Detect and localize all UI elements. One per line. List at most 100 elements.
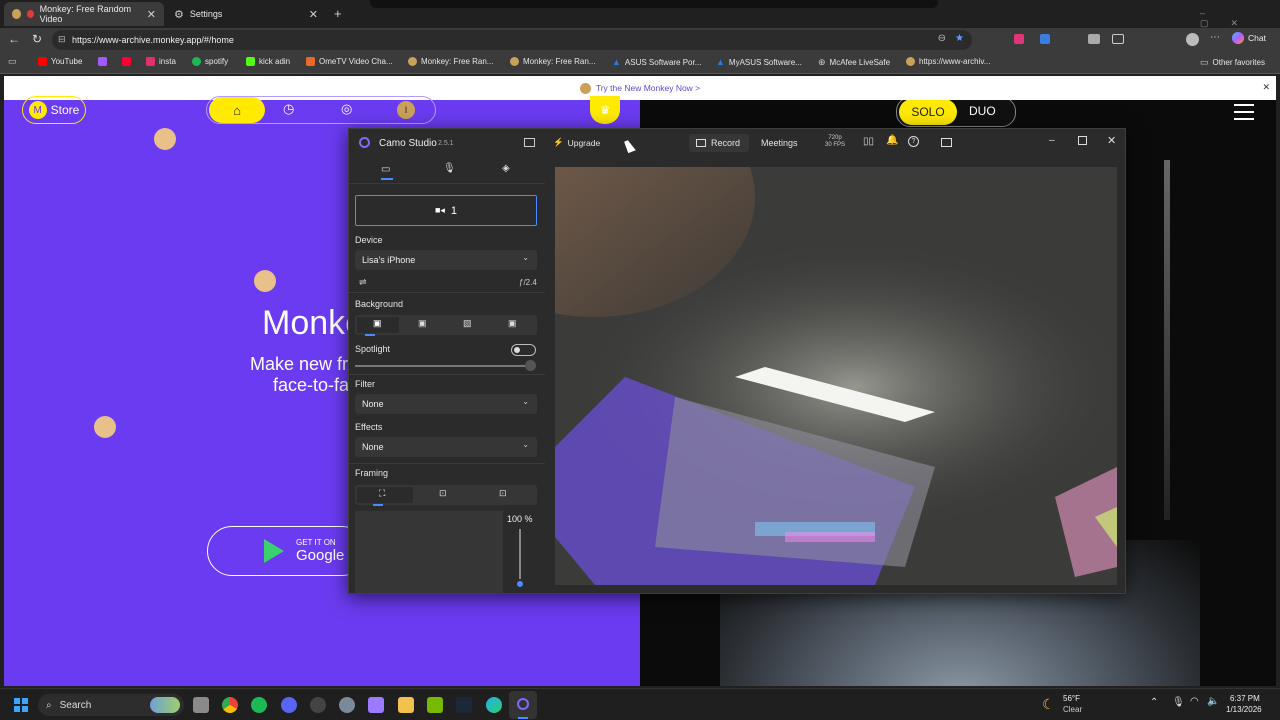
reading-list-icon[interactable]: ▭ bbox=[8, 56, 17, 67]
camera-slot-button[interactable]: ■◂ 1 bbox=[355, 195, 537, 226]
close-icon[interactable]: ✕ bbox=[1107, 134, 1116, 147]
close-tab-icon[interactable]: ✕ bbox=[309, 8, 318, 21]
notification-bell-icon[interactable]: 🔔 bbox=[886, 135, 898, 146]
remove-background-icon[interactable]: ▧ bbox=[463, 318, 472, 329]
bookmark-monkey-archive[interactable]: https://www-archiv... bbox=[906, 57, 990, 66]
tab-settings[interactable]: ⚙ Settings ✕ bbox=[166, 2, 326, 26]
copilot-chat-button[interactable]: Chat bbox=[1232, 32, 1266, 44]
close-infobar-icon[interactable]: ✕ bbox=[1262, 82, 1270, 93]
bookmark-twitch[interactable] bbox=[98, 57, 107, 66]
person-icon[interactable]: ▣ bbox=[373, 318, 382, 329]
bookmark-mcafee[interactable]: ⊕ McAfee LiveSafe bbox=[818, 57, 890, 68]
promo-infobar[interactable]: Try the New Monkey Now > ✕ bbox=[4, 76, 1276, 100]
help-icon[interactable]: ? bbox=[908, 136, 919, 147]
game-controller-icon[interactable] bbox=[368, 697, 384, 713]
effects-select[interactable]: None ⌄ bbox=[355, 437, 537, 457]
zoom-slider-handle[interactable] bbox=[515, 579, 525, 589]
chevron-up-icon[interactable]: ⌃ bbox=[1150, 697, 1158, 708]
store-button[interactable]: M Store bbox=[22, 96, 86, 124]
bookmark-spotify[interactable]: spotify bbox=[192, 57, 228, 66]
back-arrow-icon[interactable]: ← bbox=[8, 32, 20, 46]
blur-icon[interactable]: ▣ bbox=[418, 318, 427, 329]
auto-framing-icon[interactable]: ⊡ bbox=[439, 488, 447, 499]
manual-framing-icon[interactable]: ⛶ bbox=[379, 488, 385, 499]
camo-taskbar-active[interactable] bbox=[509, 691, 537, 719]
address-bar[interactable]: ⊟ https://www-archive.monkey.app/#/home … bbox=[52, 30, 972, 50]
google-play-button[interactable]: GET IT ON Google bbox=[207, 526, 367, 576]
video-tab-icon[interactable]: ▭ bbox=[381, 164, 390, 175]
window-controls[interactable]: –▢✕ bbox=[1200, 8, 1280, 29]
bookmark-ometv[interactable]: OmeTV Video Cha... bbox=[306, 57, 393, 66]
minimize-icon[interactable]: – bbox=[1049, 135, 1055, 146]
layers-tab-icon[interactable]: ◈ bbox=[502, 163, 510, 174]
bookmark-myasus[interactable]: ▲ MyASUS Software... bbox=[716, 57, 802, 67]
promo-text[interactable]: Try the New Monkey Now > bbox=[596, 83, 700, 93]
more-menu-icon[interactable]: ⋯ bbox=[1210, 32, 1220, 43]
steam-icon[interactable] bbox=[456, 697, 472, 713]
spotlight-toggle[interactable] bbox=[511, 344, 536, 356]
framing-preview-pad[interactable] bbox=[355, 511, 503, 593]
bookmark-youtube-2[interactable] bbox=[122, 57, 131, 66]
obs-icon[interactable] bbox=[310, 697, 326, 713]
resolution-badge[interactable]: 720p 30 FPS bbox=[825, 135, 845, 149]
close-tab-icon[interactable]: ✕ bbox=[147, 8, 156, 21]
profile-avatar[interactable] bbox=[1186, 33, 1199, 46]
hamburger-menu-icon[interactable] bbox=[1234, 104, 1254, 120]
upgrade-button[interactable]: ⚡ Upgrade bbox=[553, 137, 600, 148]
site-info-icon[interactable]: ⊟ bbox=[58, 34, 66, 45]
weather-temperature[interactable]: 56°F bbox=[1063, 694, 1080, 703]
bookmark-asus-software[interactable]: ▲ ASUS Software Por... bbox=[612, 57, 701, 67]
home-icon[interactable]: ⌂ bbox=[209, 97, 265, 123]
zoom-icon[interactable]: ⊖ bbox=[938, 33, 946, 44]
favorite-star-icon[interactable]: ★ bbox=[955, 33, 964, 44]
meetings-button[interactable]: Meetings bbox=[761, 138, 798, 148]
task-view-icon[interactable] bbox=[193, 697, 209, 713]
crown-icon[interactable]: ♛ bbox=[590, 96, 620, 124]
windows-start-icon[interactable] bbox=[14, 698, 28, 712]
weather-description[interactable]: Clear bbox=[1063, 705, 1082, 714]
taskbar-search-box[interactable]: ⌕ Search bbox=[38, 694, 184, 716]
spotlight-slider-handle[interactable] bbox=[525, 360, 536, 371]
settings-gear-icon[interactable] bbox=[339, 697, 355, 713]
other-favorites[interactable]: ▭ Other favorites bbox=[1200, 57, 1265, 68]
extension-icon[interactable] bbox=[1040, 34, 1050, 44]
discord-icon[interactable] bbox=[281, 697, 297, 713]
extension-icon[interactable] bbox=[1088, 34, 1100, 44]
history-clock-icon[interactable]: ◷ bbox=[283, 101, 294, 117]
clock-time[interactable]: 6:37 PM bbox=[1230, 694, 1260, 703]
user-avatar[interactable]: I bbox=[397, 101, 415, 119]
wifi-icon[interactable]: ◠ bbox=[1190, 696, 1199, 707]
microphone-icon[interactable]: 🎙 bbox=[1172, 697, 1185, 708]
volume-icon[interactable]: 🔈 bbox=[1207, 696, 1219, 707]
sidebar-toggle-icon[interactable] bbox=[524, 138, 535, 147]
solo-button[interactable]: SOLO bbox=[899, 100, 957, 125]
edge-icon[interactable] bbox=[486, 697, 502, 713]
new-tab-button[interactable]: + bbox=[334, 6, 342, 21]
spotify-icon[interactable] bbox=[251, 697, 267, 713]
chrome-icon[interactable] bbox=[222, 697, 238, 713]
zoom-slider[interactable] bbox=[519, 529, 521, 585]
bookmark-insta[interactable]: insta bbox=[146, 57, 176, 66]
chat-bubble-icon[interactable]: ◎ bbox=[341, 101, 352, 117]
duo-button[interactable]: DUO bbox=[969, 104, 996, 118]
replace-background-icon[interactable]: ▣ bbox=[508, 318, 517, 329]
file-explorer-icon[interactable] bbox=[398, 697, 414, 713]
microphone-tab-icon[interactable]: 🎙 bbox=[443, 163, 456, 174]
nvidia-icon[interactable] bbox=[427, 697, 443, 713]
bookmark-kick[interactable]: kick adin bbox=[246, 57, 290, 66]
pause-columns-icon[interactable]: ▯▯ bbox=[863, 136, 874, 147]
extension-icon[interactable] bbox=[1014, 34, 1024, 44]
spotlight-slider[interactable] bbox=[355, 365, 531, 367]
clock-date[interactable]: 1/13/2026 bbox=[1226, 705, 1262, 714]
center-stage-icon[interactable]: ⊡ bbox=[499, 488, 507, 499]
record-button[interactable]: Record bbox=[689, 134, 749, 152]
bookmark-monkey-2[interactable]: Monkey: Free Ran... bbox=[510, 57, 595, 66]
maximize-icon[interactable] bbox=[1078, 136, 1087, 145]
tab-monkey[interactable]: Monkey: Free Random Video ✕ bbox=[4, 2, 164, 26]
device-select[interactable]: Lisa's iPhone ⌄ bbox=[355, 250, 537, 270]
bookmark-monkey-1[interactable]: Monkey: Free Ran... bbox=[408, 57, 493, 66]
filter-select[interactable]: None ⌄ bbox=[355, 394, 537, 414]
panel-toggle-icon[interactable] bbox=[941, 138, 952, 147]
bookmark-youtube[interactable]: YouTube bbox=[38, 57, 82, 66]
split-screen-icon[interactable] bbox=[1112, 34, 1124, 44]
